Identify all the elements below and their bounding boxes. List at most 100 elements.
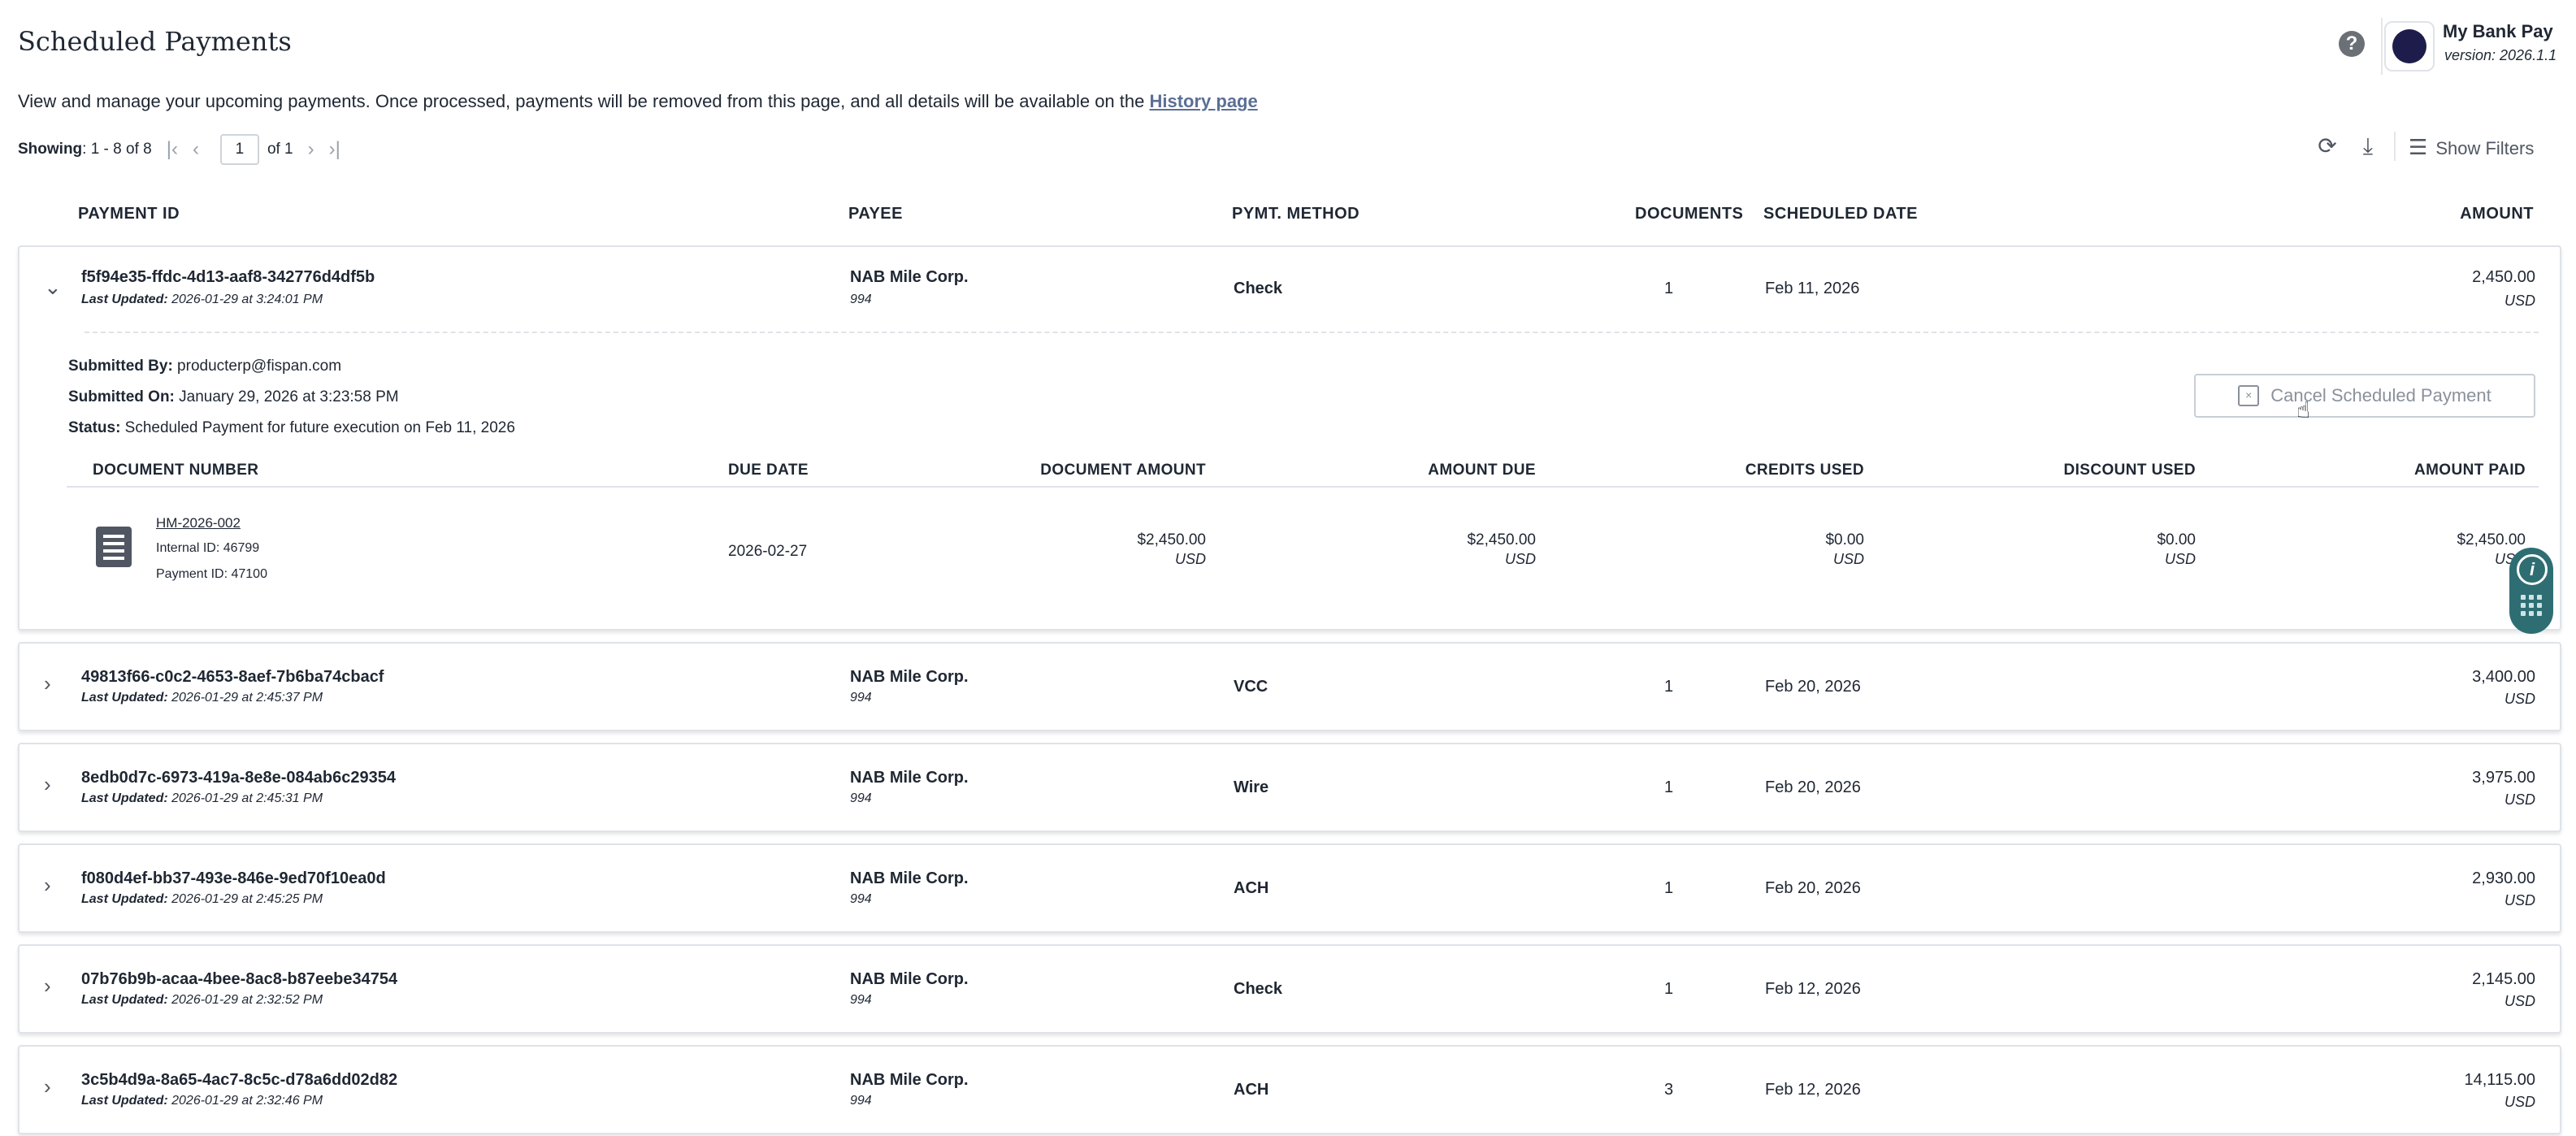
chevron-right-icon[interactable]: › [44, 973, 51, 999]
document-count: 1 [1664, 980, 1674, 998]
credits-used-currency: USD [1832, 551, 1864, 567]
credits-used: $0.00 [1825, 531, 1864, 548]
payment-method: ACH [1234, 1081, 1269, 1099]
currency: USD [2504, 993, 2535, 1009]
payee-name: NAB Mile Corp. [850, 1071, 969, 1089]
currency: USD [2504, 691, 2535, 707]
previous-page-icon[interactable]: ‹ [193, 138, 199, 161]
document-count: 1 [1664, 778, 1674, 796]
amount: 2,930.00 [2472, 869, 2535, 887]
pointer-cursor-icon: ☝ [2296, 397, 2311, 423]
payment-method: ACH [1234, 879, 1269, 897]
column-header-amount[interactable]: AMOUNT [2460, 205, 2534, 223]
payment-id: 3c5b4d9a-8a65-4ac7-8c5c-d78a6dd02d82 [81, 1071, 398, 1089]
history-page-link[interactable]: History page [1149, 91, 1257, 111]
table-row[interactable]: ⌄ f5f94e35-ffdc-4d13-aaf8-342776d4df5b L… [18, 245, 2561, 631]
scheduled-date: Feb 20, 2026 [1765, 678, 1861, 696]
doc-header-discount-used: DISCOUNT USED [2063, 462, 2196, 479]
page-title: Scheduled Payments [18, 26, 292, 57]
column-header-method[interactable]: PYMT. METHOD [1232, 205, 1360, 223]
app-version: version: 2026.1.1 [2444, 47, 2557, 63]
document-icon [96, 527, 132, 567]
scheduled-date: Feb 20, 2026 [1765, 879, 1861, 897]
amount: 2,450.00 [2472, 268, 2535, 286]
chevron-right-icon[interactable]: › [44, 772, 51, 797]
payment-id: 8edb0d7c-6973-419a-8e8e-084ab6c29354 [81, 769, 396, 787]
table-row[interactable]: › 49813f66-c0c2-4653-8aef-7b6ba74cbacf L… [18, 642, 2561, 731]
amount: 3,400.00 [2472, 668, 2535, 686]
table-row[interactable]: › 3c5b4d9a-8a65-4ac7-8c5c-d78a6dd02d82 L… [18, 1045, 2561, 1134]
scheduled-date: Feb 12, 2026 [1765, 980, 1861, 998]
header-divider [2381, 18, 2383, 75]
document-due-date: 2026-02-27 [728, 543, 808, 560]
submitted-by: Submitted By: producterp@fispan.com [68, 358, 342, 375]
filter-icon: ☰ [2409, 135, 2428, 159]
column-header-payee[interactable]: PAYEE [848, 205, 903, 223]
cancel-scheduled-payment-button[interactable]: × Cancel Scheduled Payment [2194, 374, 2535, 418]
payment-id: 49813f66-c0c2-4653-8aef-7b6ba74cbacf [81, 668, 384, 686]
table-row[interactable]: › 8edb0d7c-6973-419a-8e8e-084ab6c29354 L… [18, 743, 2561, 832]
first-page-icon[interactable]: |‹ [167, 138, 178, 161]
app-logo [2384, 21, 2435, 72]
chevron-right-icon[interactable]: › [44, 671, 51, 696]
calendar-cancel-icon: × [2238, 385, 2260, 406]
doc-header-number: DOCUMENT NUMBER [93, 462, 259, 479]
last-updated: Last Updated: 2026-01-29 at 2:45:31 PM [81, 791, 323, 805]
payment-id: f080d4ef-bb37-493e-846e-9ed70f10ea0d [81, 869, 386, 887]
scheduled-payments-page: Scheduled Payments View and manage your … [0, 0, 2576, 1136]
last-updated: Last Updated: 2026-01-29 at 2:45:25 PM [81, 892, 323, 906]
column-header-documents[interactable]: DOCUMENTS [1635, 205, 1743, 223]
page-subtitle: View and manage your upcoming payments. … [18, 91, 1258, 112]
column-header-payment-id[interactable]: PAYMENT ID [78, 205, 180, 223]
chevron-down-icon[interactable]: ⌄ [44, 275, 62, 300]
payment-method: VCC [1234, 678, 1268, 696]
table-row[interactable]: › 07b76b9b-acaa-4bee-8ac8-b87eebe34754 L… [18, 944, 2561, 1034]
doc-header-due-date: DUE DATE [728, 462, 809, 479]
payee-name: NAB Mile Corp. [850, 668, 969, 686]
showing-label: Showing [18, 141, 83, 158]
scheduled-date: Feb 12, 2026 [1765, 1081, 1861, 1099]
payee-id: 994 [850, 993, 872, 1007]
payee-id: 994 [850, 892, 872, 906]
payment-method: Check [1234, 280, 1283, 297]
subtitle-text: View and manage your upcoming payments. … [18, 91, 1150, 111]
row-divider [85, 332, 2539, 333]
refresh-icon[interactable]: ⟳ [2313, 132, 2342, 161]
pagination: Showing : 1 - 8 of 8 |‹ ‹ 1 of 1 › ›| [18, 134, 340, 165]
chevron-right-icon[interactable]: › [44, 1074, 51, 1099]
payment-id: 07b76b9b-acaa-4bee-8ac8-b87eebe34754 [81, 970, 398, 988]
table-row[interactable]: › f080d4ef-bb37-493e-846e-9ed70f10ea0d L… [18, 843, 2561, 933]
column-header-scheduled-date[interactable]: SCHEDULED DATE [1763, 205, 1918, 223]
download-icon[interactable]: ⤓ [2353, 132, 2383, 161]
page-number-input[interactable]: 1 [219, 134, 259, 165]
chevron-right-icon[interactable]: › [44, 873, 51, 898]
currency: USD [2504, 293, 2535, 309]
document-count: 3 [1664, 1081, 1674, 1099]
payment-id: f5f94e35-ffdc-4d13-aaf8-342776d4df5b [81, 268, 375, 286]
payment-method: Wire [1234, 778, 1269, 796]
doc-header-amount-paid: AMOUNT PAID [2413, 462, 2526, 479]
payee-id: 994 [850, 1094, 872, 1108]
next-page-icon[interactable]: › [308, 138, 314, 161]
info-icon[interactable]: i [2517, 554, 2548, 585]
doc-header-divider [67, 486, 2539, 488]
help-widget[interactable]: i [2509, 548, 2553, 634]
show-filters-label: Show Filters [2435, 138, 2535, 158]
show-filters-button[interactable]: ☰ Show Filters [2409, 135, 2534, 160]
document-number[interactable]: HM-2026-002 [156, 515, 241, 531]
document-payment-id: Payment ID: 47100 [156, 567, 267, 581]
help-icon[interactable]: ? [2339, 31, 2365, 57]
last-updated: Last Updated: 2026-01-29 at 2:32:46 PM [81, 1094, 323, 1108]
amount-due-currency: USD [1504, 551, 1536, 567]
doc-header-document-amount: DOCUMENT AMOUNT [1040, 462, 1206, 479]
last-updated: Last Updated: 2026-01-29 at 2:45:37 PM [81, 691, 323, 705]
document-count: 1 [1664, 678, 1674, 696]
apps-grid-icon[interactable] [2521, 595, 2542, 619]
scheduled-date: Feb 20, 2026 [1765, 778, 1861, 796]
last-page-icon[interactable]: ›| [329, 138, 340, 161]
amount: 14,115.00 [2464, 1071, 2536, 1089]
document-count: 1 [1664, 879, 1674, 897]
showing-range: : 1 - 8 of 8 [82, 141, 152, 158]
document-count: 1 [1664, 280, 1674, 297]
payee-name: NAB Mile Corp. [850, 869, 969, 887]
